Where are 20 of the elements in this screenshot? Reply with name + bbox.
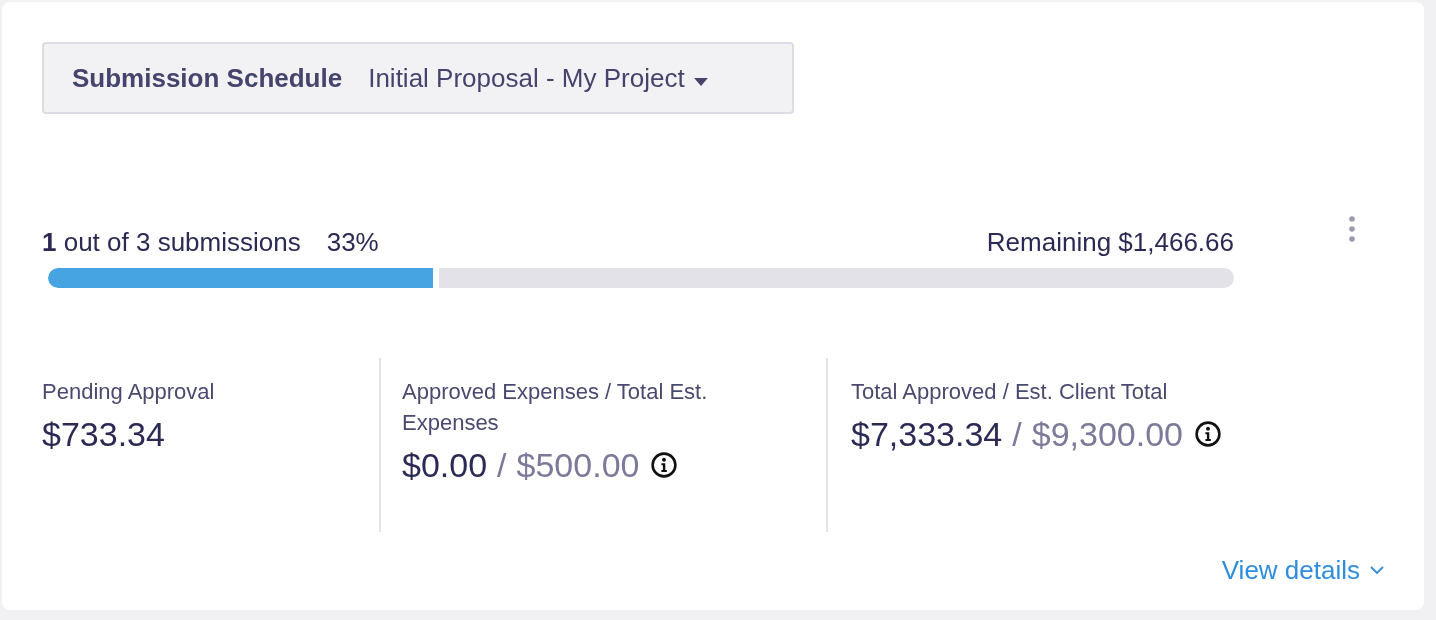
caret-icon [692, 78, 709, 86]
stat-value: $0.00 [402, 445, 488, 486]
schedule-dropdown[interactable]: Submission Schedule Initial Proposal - My Project [42, 42, 794, 114]
stat-total: $500.00 [516, 445, 640, 486]
submission-count: 1 out of 3 submissions [42, 226, 301, 258]
stat-label: Pending Approval [42, 378, 216, 406]
chevron-down-icon [1370, 566, 1384, 574]
stat-value: $7,333.34 [851, 414, 1003, 455]
more-options-icon[interactable] [1349, 216, 1355, 242]
remaining-amount: Remaining $1,466.66 [986, 226, 1234, 258]
info-icon[interactable] [1195, 421, 1221, 447]
view-details-link[interactable]: View details [1221, 554, 1384, 586]
progress-percent: 33% [326, 226, 379, 258]
stat-label: Total Approved / Est. Client Total [851, 378, 1169, 406]
stat-value: $733.34 [42, 414, 165, 455]
separator: / [1012, 414, 1022, 455]
separator: / [497, 445, 507, 486]
stat-label: Approved Expenses / Total Est. Expenses [402, 378, 709, 437]
stat-total: $9,300.00 [1031, 414, 1183, 455]
info-icon[interactable] [651, 452, 678, 478]
